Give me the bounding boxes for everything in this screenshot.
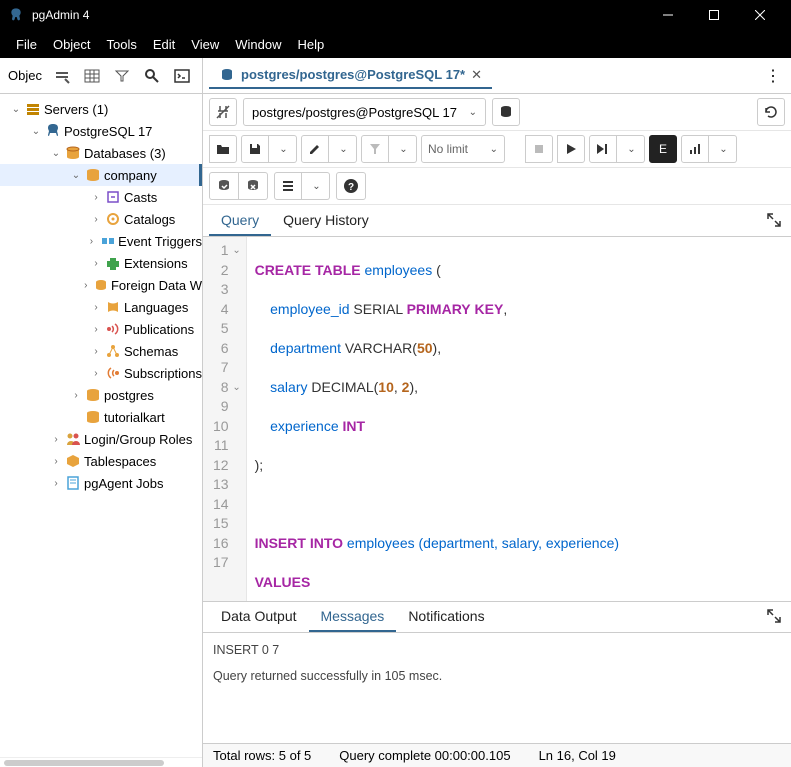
tree-extensions[interactable]: ›Extensions: [0, 252, 202, 274]
menu-tools[interactable]: Tools: [99, 33, 145, 56]
query-tool-icon[interactable]: [48, 62, 76, 90]
output-line: INSERT 0 7: [213, 643, 781, 657]
explain-button[interactable]: E: [649, 135, 677, 163]
filter-button[interactable]: [361, 135, 389, 163]
stop-button[interactable]: [525, 135, 553, 163]
query-tab[interactable]: postgres/postgres@PostgreSQL 17* ✕: [209, 63, 492, 89]
macros-button[interactable]: [274, 172, 302, 200]
query-tab-btn[interactable]: Query: [209, 206, 271, 236]
window-title: pgAdmin 4: [32, 8, 89, 22]
maximize-button[interactable]: [691, 0, 737, 30]
minimize-button[interactable]: [645, 0, 691, 30]
notifications-tab[interactable]: Notifications: [396, 602, 496, 632]
sidebar-title: Objec: [4, 68, 46, 83]
tree-schemas[interactable]: ›Schemas: [0, 340, 202, 362]
output-line: Query returned successfully in 105 msec.: [213, 669, 781, 683]
status-cursor: Ln 16, Col 19: [539, 748, 616, 763]
tree-servers[interactable]: ⌄Servers (1): [0, 98, 202, 120]
new-connection-icon[interactable]: [492, 98, 520, 126]
execute-dropdown[interactable]: ⌄: [617, 135, 645, 163]
data-output-tab[interactable]: Data Output: [209, 602, 309, 632]
tree-fdw[interactable]: ›Foreign Data W: [0, 274, 202, 296]
tab-close-icon[interactable]: ✕: [471, 67, 482, 83]
edit-button[interactable]: [301, 135, 329, 163]
explain-analyze-button[interactable]: [681, 135, 709, 163]
database-icon: [219, 67, 235, 83]
connection-label: postgres/postgres@PostgreSQL 17: [252, 105, 457, 120]
close-button[interactable]: [737, 0, 783, 30]
query-history-tab-btn[interactable]: Query History: [271, 206, 381, 236]
filter-dropdown[interactable]: ⌄: [389, 135, 417, 163]
menu-help[interactable]: Help: [290, 33, 333, 56]
menubar: File Object Tools Edit View Window Help: [0, 30, 791, 58]
menu-file[interactable]: File: [8, 33, 45, 56]
view-data-icon[interactable]: [78, 62, 106, 90]
tree-company[interactable]: ⌄company: [0, 164, 202, 186]
macros-dropdown[interactable]: ⌄: [302, 172, 330, 200]
expand-editor-icon[interactable]: [763, 209, 785, 236]
svg-text:?: ?: [348, 182, 354, 193]
tree-postgresql[interactable]: ⌄PostgreSQL 17: [0, 120, 202, 142]
connection-status-icon[interactable]: [209, 98, 237, 126]
sidebar-scrollbar[interactable]: [0, 757, 202, 767]
tree-pgagent[interactable]: ›pgAgent Jobs: [0, 472, 202, 494]
menu-edit[interactable]: Edit: [145, 33, 183, 56]
rollback-button[interactable]: [239, 172, 268, 200]
expand-output-icon[interactable]: [763, 605, 785, 632]
save-button[interactable]: [241, 135, 269, 163]
pgadmin-icon: [8, 7, 24, 23]
menu-object[interactable]: Object: [45, 33, 99, 56]
search-icon[interactable]: [138, 62, 166, 90]
save-dropdown[interactable]: ⌄: [269, 135, 297, 163]
commit-button[interactable]: [209, 172, 239, 200]
tree-event-triggers[interactable]: ›Event Triggers: [0, 230, 202, 252]
menu-view[interactable]: View: [183, 33, 227, 56]
help-button[interactable]: ?: [336, 172, 366, 200]
tree-subscriptions[interactable]: ›Subscriptions: [0, 362, 202, 384]
tree-casts[interactable]: ›Casts: [0, 186, 202, 208]
limit-select[interactable]: No limit⌄: [421, 135, 505, 163]
tree-publications[interactable]: ›Publications: [0, 318, 202, 340]
titlebar: pgAdmin 4: [0, 0, 791, 30]
tree-languages[interactable]: ›Languages: [0, 296, 202, 318]
status-rows: Total rows: 5 of 5: [213, 748, 311, 763]
messages-output: INSERT 0 7 Query returned successfully i…: [203, 633, 791, 743]
tab-kebab-menu[interactable]: ⋮: [761, 64, 785, 88]
tree-tutorialkart[interactable]: tutorialkart: [0, 406, 202, 428]
filter-icon[interactable]: [108, 62, 136, 90]
reset-layout-icon[interactable]: [757, 98, 785, 126]
tab-label: postgres/postgres@PostgreSQL 17*: [241, 67, 465, 82]
tree-catalogs[interactable]: ›Catalogs: [0, 208, 202, 230]
execute-button[interactable]: [557, 135, 585, 163]
open-file-button[interactable]: [209, 135, 237, 163]
menu-window[interactable]: Window: [227, 33, 289, 56]
chevron-down-icon: ⌄: [469, 107, 477, 118]
tree-postgres-db[interactable]: ›postgres: [0, 384, 202, 406]
object-browser: Objec ⌄Servers (1) ⌄PostgreSQL 17 ⌄Datab…: [0, 58, 203, 767]
sql-editor[interactable]: 1⌄ 2 3 4 5 6 7 8⌄ 9 10 11 12 13 14 15 16…: [203, 237, 791, 601]
tree-login-roles[interactable]: ›Login/Group Roles: [0, 428, 202, 450]
edit-dropdown[interactable]: ⌄: [329, 135, 357, 163]
execute-options-button[interactable]: [589, 135, 617, 163]
tree-tablespaces[interactable]: ›Tablespaces: [0, 450, 202, 472]
messages-tab[interactable]: Messages: [309, 602, 397, 632]
status-complete: Query complete 00:00:00.105: [339, 748, 510, 763]
connection-select[interactable]: postgres/postgres@PostgreSQL 17 ⌄: [243, 98, 486, 126]
object-tree[interactable]: ⌄Servers (1) ⌄PostgreSQL 17 ⌄Databases (…: [0, 94, 202, 757]
explain-dropdown[interactable]: ⌄: [709, 135, 737, 163]
terminal-icon[interactable]: [168, 62, 196, 90]
tree-databases[interactable]: ⌄Databases (3): [0, 142, 202, 164]
